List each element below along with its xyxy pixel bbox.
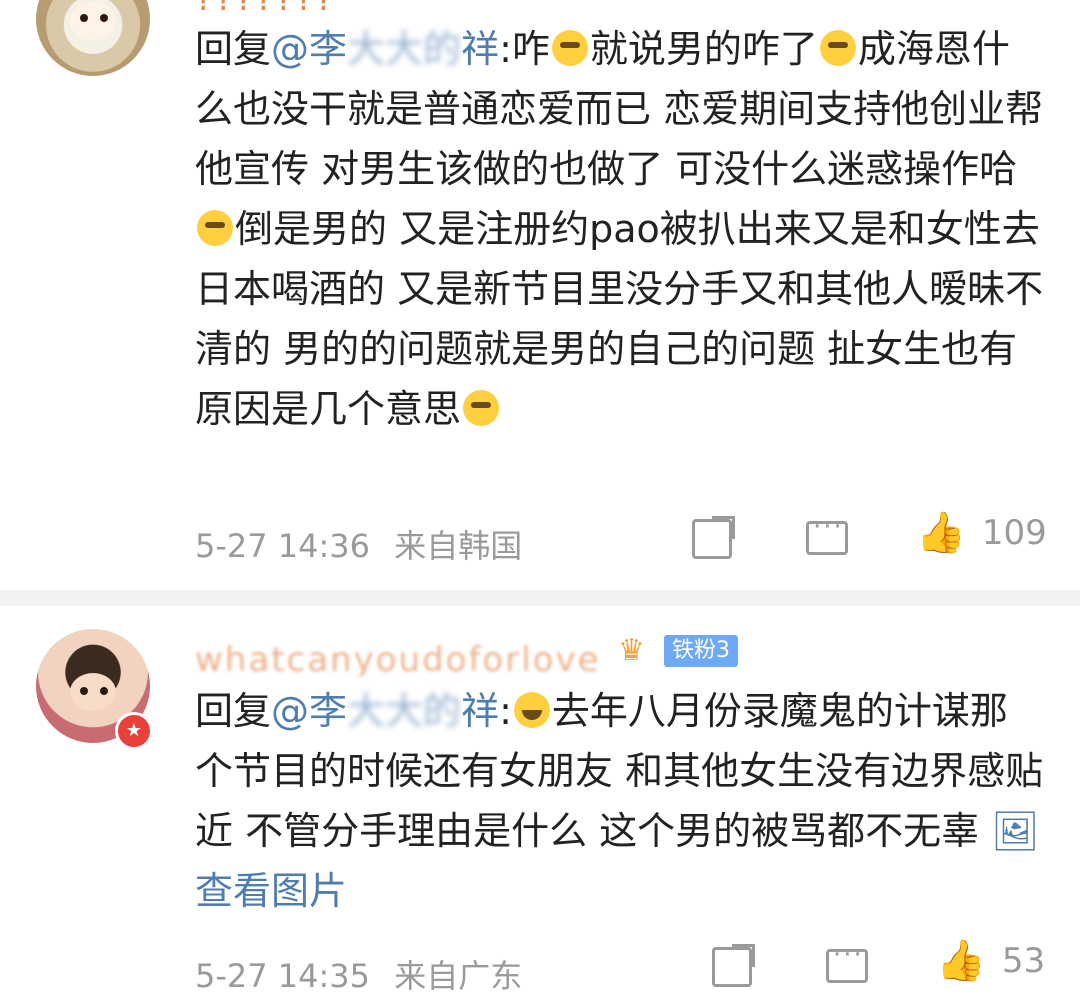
source-location: 来自广东 (394, 957, 523, 995)
source-location: 来自韩国 (394, 527, 523, 565)
dizzy-emoji-icon (463, 390, 500, 426)
avatar-face (70, 673, 116, 711)
mention-link[interactable]: @李大大的祥 (271, 689, 499, 733)
reply-button[interactable] (806, 512, 848, 555)
laugh-cry-emoji-icon (513, 692, 550, 728)
username[interactable]: whatcanyoudoforlove (195, 636, 601, 676)
reply-prefix: 回复 (195, 27, 272, 71)
avatar-face (70, 2, 116, 40)
fan-badge[interactable]: ♛ 铁粉3 (618, 630, 738, 672)
like-count: 53 (1001, 941, 1046, 981)
fan-level-label: 铁粉3 (664, 635, 738, 667)
like-button[interactable]: 👍 53 (936, 941, 1045, 981)
timestamp: 5-27 14:35 (195, 957, 371, 995)
comment-text: 回复@李大大的祥: 去年八月份录魔鬼的计谋那个节目的时候还有女朋友 和其他女生没有… (195, 689, 1044, 913)
username[interactable]: ??????? (195, 0, 335, 14)
comment-meta: 5-27 14:36 来自韩国 (195, 521, 522, 567)
comment-text: 回复@李大大的祥:咋 就说男的咋了 成海恩什么也没干就是普通恋爱而已 恋爱期间支持他… (195, 27, 1044, 431)
timestamp: 5-27 14:36 (195, 527, 371, 565)
reply-prefix: 回复 (195, 689, 272, 733)
share-button[interactable] (692, 519, 732, 559)
mention-link[interactable]: @李大大的祥 (271, 27, 499, 71)
shh-emoji-icon (551, 30, 588, 66)
share-icon (712, 947, 752, 987)
reply-button[interactable] (826, 940, 868, 983)
comment-icon (826, 940, 868, 983)
shh-emoji-icon (819, 30, 856, 66)
share-button[interactable] (712, 947, 752, 987)
vip-badge-icon: ★ (115, 712, 153, 750)
like-count: 109 (981, 513, 1047, 553)
share-icon (692, 519, 732, 559)
dizzy-emoji-icon (197, 210, 233, 246)
comment-meta: 5-27 14:35 来自广东 (195, 951, 522, 997)
avatar[interactable] (36, 0, 150, 76)
divider (0, 590, 1080, 606)
comment-icon (806, 512, 848, 555)
comment-item-1: ??????? 回复@李大大的祥:咋就说男的咋了成海恩什么也没干就是普通恋爱而已… (0, 0, 1080, 590)
like-icon: 👍 (916, 510, 966, 556)
fan-crown-icon: ♛ (618, 633, 645, 668)
like-button[interactable]: 👍 109 (916, 513, 1047, 553)
like-icon: 👍 (936, 938, 986, 984)
image-icon: 🖼 (991, 809, 1040, 853)
